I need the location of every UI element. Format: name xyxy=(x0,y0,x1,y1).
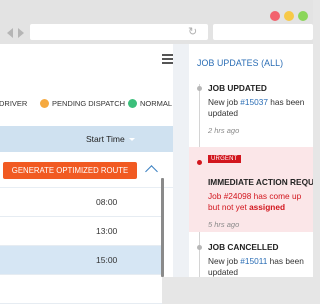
chevron-up-icon[interactable] xyxy=(145,165,158,178)
generate-optimized-route-button[interactable]: GENERATE OPTIMIZED ROUTE xyxy=(3,162,137,179)
column-header-label: Start Time xyxy=(86,134,125,144)
table-scrollbar[interactable] xyxy=(161,178,164,277)
update-text: New job xyxy=(208,256,241,266)
table-row[interactable]: 08:00 xyxy=(0,188,162,217)
app-window: ↻ DRIVER PENDING DISPATCH NORMAL Start T… xyxy=(0,0,313,304)
update-text-strong: assigned xyxy=(249,202,286,212)
update-time: 2 hrs ago xyxy=(208,126,240,135)
timeline-bullet-urgent-icon xyxy=(197,160,202,165)
job-link[interactable]: #24098 xyxy=(224,191,252,201)
legend-item-pending-dispatch: PENDING DISPATCH xyxy=(40,98,126,109)
start-time-cell: 15:00 xyxy=(96,255,118,265)
sort-arrow-icon[interactable] xyxy=(128,138,135,142)
pending-dot-icon xyxy=(40,98,49,108)
job-link[interactable]: #15037 xyxy=(240,97,268,107)
minimize-window-button[interactable] xyxy=(284,11,294,21)
legend-label: PENDING DISPATCH xyxy=(52,99,126,108)
reload-icon[interactable]: ↻ xyxy=(188,25,197,39)
update-title: IMMEDIATE ACTION REQUIRED xyxy=(208,177,313,187)
timeline-bullet-icon xyxy=(197,86,202,91)
search-bar[interactable] xyxy=(213,24,313,40)
legend-label: NORMAL xyxy=(140,99,173,108)
address-bar[interactable] xyxy=(30,24,208,40)
update-title: JOB UPDATED xyxy=(208,83,267,93)
start-time-cell: 08:00 xyxy=(96,197,118,207)
group-row: GENERATE OPTIMIZED ROUTE xyxy=(0,152,173,188)
table-row-selected[interactable]: 15:00 xyxy=(0,246,162,275)
table-row[interactable]: 13:00 xyxy=(0,217,162,246)
start-time-column-header[interactable]: Start Time xyxy=(86,134,135,144)
update-body: New job #15011 has been updated xyxy=(208,256,310,277)
update-title: JOB CANCELLED xyxy=(208,242,279,252)
timeline-bullet-icon xyxy=(197,245,202,250)
update-body: Job #24098 has come up but not yet assig… xyxy=(208,191,310,213)
update-text: New job xyxy=(208,97,241,107)
forward-arrow-icon[interactable] xyxy=(18,28,24,38)
job-updates-title: JOB UPDATES (ALL) xyxy=(197,58,284,68)
maximize-window-button[interactable] xyxy=(298,11,308,21)
update-time: 5 hrs ago xyxy=(208,220,240,229)
urgent-badge: URGENT xyxy=(208,155,241,163)
title-bar: ↻ xyxy=(0,0,313,44)
hamburger-menu-icon[interactable] xyxy=(162,54,173,64)
legend-label: DRIVER xyxy=(0,99,28,108)
close-window-button[interactable] xyxy=(270,11,280,21)
job-updates-panel: JOB UPDATES (ALL) JOB UPDATED New job #1… xyxy=(189,44,313,277)
panel-divider xyxy=(173,44,189,277)
back-arrow-icon[interactable] xyxy=(7,28,13,38)
job-link[interactable]: #15011 xyxy=(240,256,267,266)
status-legend: DRIVER PENDING DISPATCH NORMAL xyxy=(0,96,173,114)
legend-item-driver: DRIVER xyxy=(0,99,27,109)
update-text: Job xyxy=(208,191,224,201)
table-row[interactable] xyxy=(0,275,162,304)
normal-dot-icon xyxy=(128,98,137,108)
legend-item-normal: NORMAL xyxy=(128,98,173,109)
start-time-cell: 13:00 xyxy=(96,226,118,236)
table-header: Start Time xyxy=(0,126,173,152)
update-body: New job #15037 has been updated xyxy=(208,97,310,119)
